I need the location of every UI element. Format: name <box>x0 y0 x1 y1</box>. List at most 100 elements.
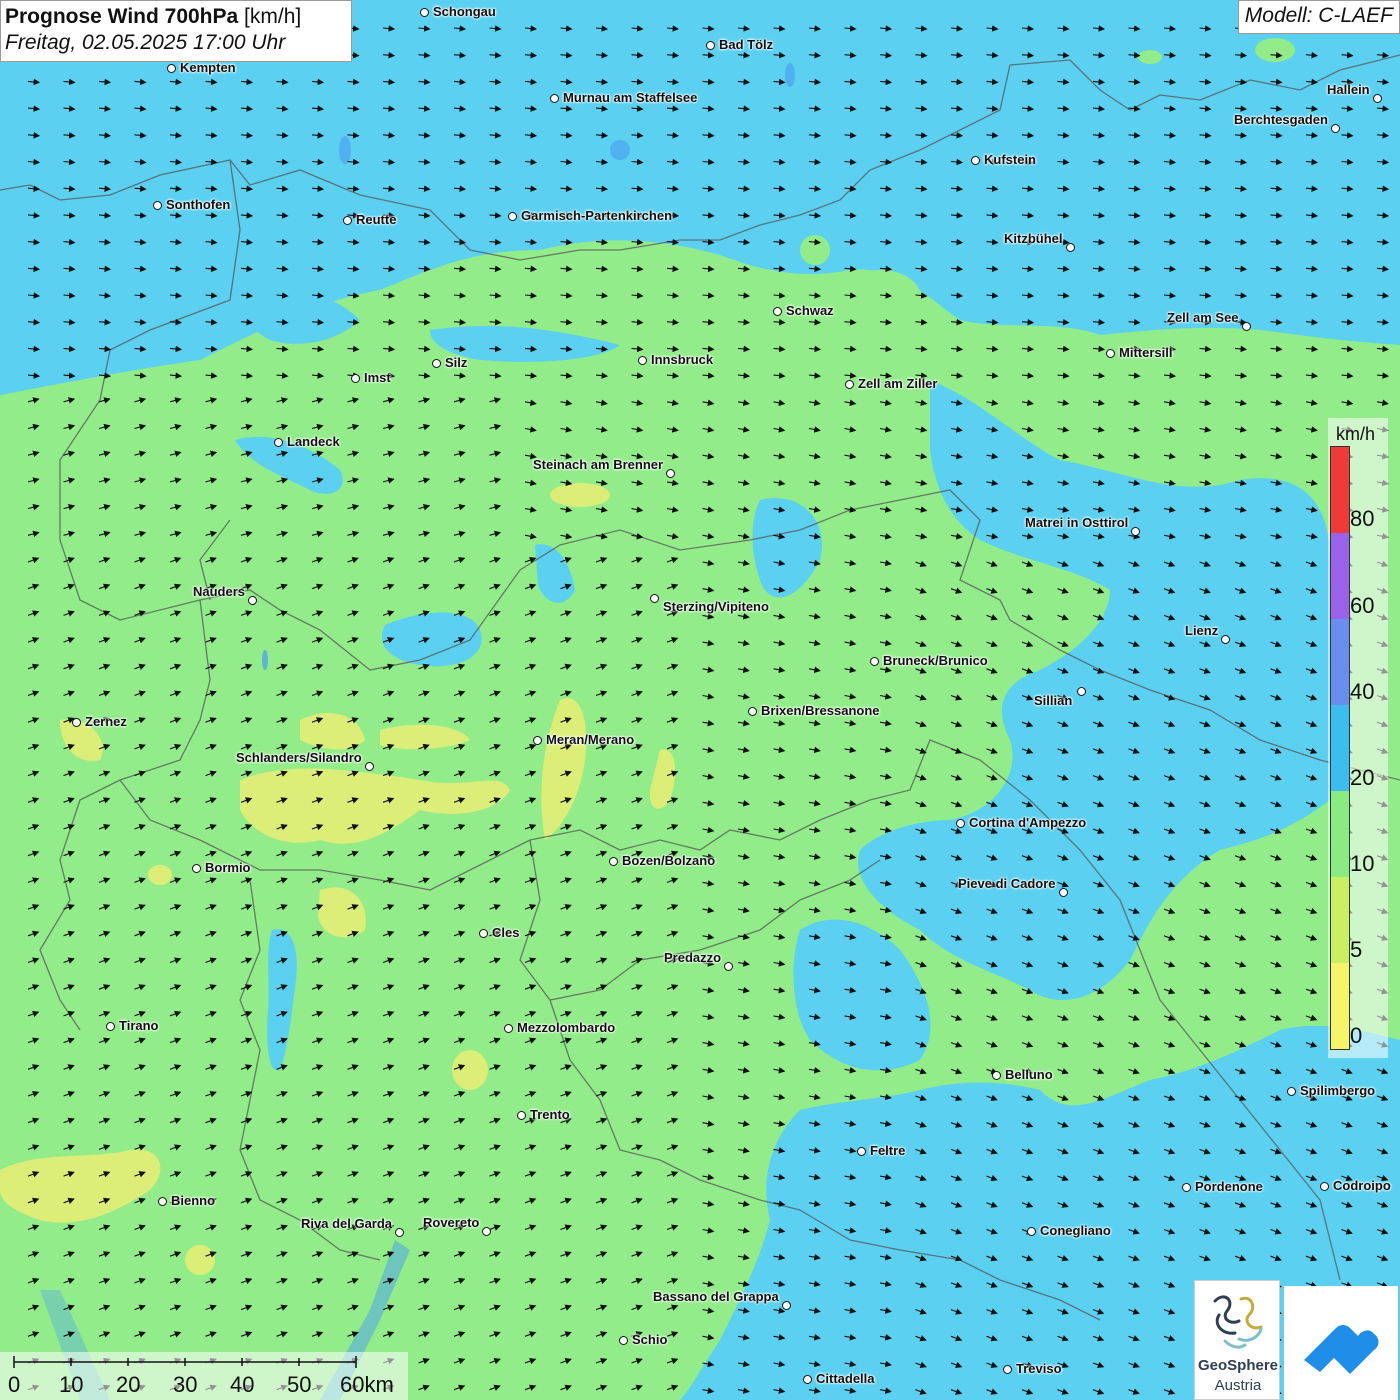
city-label: Schongau <box>433 4 496 19</box>
city-label: Rovereto <box>423 1215 480 1230</box>
city-marker <box>1106 349 1115 358</box>
city-marker <box>482 1227 491 1236</box>
city-label: Garmisch-Partenkirchen <box>521 208 673 223</box>
scale-label: 10 <box>59 1372 84 1397</box>
city-label: Schio <box>632 1332 668 1347</box>
city-label: Hallein <box>1327 82 1370 97</box>
city-marker <box>619 1336 628 1345</box>
scale-label: 50 <box>287 1372 312 1397</box>
color-legend: km/h 80 60 40 20 10 5 0 <box>1328 418 1388 1058</box>
city-label: Sillian <box>1034 693 1073 708</box>
city-label: Lienz <box>1185 623 1219 638</box>
city-marker <box>432 359 441 368</box>
city-label: Meran/Merano <box>546 732 635 747</box>
city-label: Zernez <box>85 714 127 729</box>
wind-zone-green-island <box>1255 38 1295 62</box>
city-marker <box>192 864 201 873</box>
city-label: Sonthofen <box>166 197 231 212</box>
city-marker <box>517 1111 526 1120</box>
legend-tick: 0 <box>1350 1023 1363 1048</box>
legend-tick: 5 <box>1350 937 1363 962</box>
city-label: Treviso <box>1016 1361 1062 1376</box>
city-marker <box>1182 1183 1191 1192</box>
city-label: Bormio <box>205 860 251 875</box>
city-marker <box>609 857 618 866</box>
city-marker <box>1077 687 1086 696</box>
city-label: Schlanders/Silandro <box>236 750 362 765</box>
city-label: Feltre <box>870 1143 906 1158</box>
city-label: Imst <box>364 370 391 385</box>
city-label: Tirano <box>119 1018 159 1033</box>
scale-label: 0 <box>8 1372 21 1397</box>
wind-zone-yellow <box>148 865 172 885</box>
legend-segment-10 <box>1331 791 1349 877</box>
city-marker <box>504 1024 513 1033</box>
city-marker <box>153 201 162 210</box>
city-marker <box>1059 888 1068 897</box>
legend-tick: 40 <box>1350 679 1375 704</box>
city-label: Bassano del Grappa <box>653 1289 779 1304</box>
city-label: Predazzo <box>664 950 722 965</box>
city-label: Kitzbühel <box>1004 231 1063 246</box>
wind-zone-green-island <box>1138 50 1162 64</box>
city-marker <box>803 1375 812 1384</box>
city-marker <box>343 216 352 225</box>
wind-zone-yellow <box>185 1245 215 1275</box>
lake <box>262 650 268 670</box>
city-label: Kufstein <box>984 152 1036 167</box>
legend-segment-40 <box>1331 619 1349 705</box>
legend-tick: 80 <box>1350 506 1375 531</box>
city-marker <box>1287 1087 1296 1096</box>
city-marker <box>274 438 283 447</box>
legend-tick: 10 <box>1350 851 1375 876</box>
lake <box>785 63 795 87</box>
city-label: Reutte <box>356 212 397 227</box>
city-label: Cles <box>492 925 520 940</box>
city-marker <box>550 94 559 103</box>
city-label: Bruneck/Brunico <box>883 653 988 668</box>
logo-name-line2: Austria <box>1214 1377 1262 1394</box>
city-label: Belluno <box>1005 1067 1053 1082</box>
city-label: Conegliano <box>1040 1223 1111 1238</box>
city-marker <box>706 41 715 50</box>
city-label: Mittersill <box>1119 345 1173 360</box>
city-marker <box>1373 94 1382 103</box>
map-title: Prognose Wind 700hPa [km/h] <box>5 4 347 30</box>
legend-segment-80 <box>1331 447 1349 533</box>
city-marker <box>167 64 176 73</box>
city-marker <box>1003 1365 1012 1374</box>
city-marker <box>106 1022 115 1031</box>
scale-label: 60km <box>340 1372 394 1397</box>
city-marker <box>870 657 879 666</box>
city-marker <box>748 707 757 716</box>
city-marker <box>992 1071 1001 1080</box>
city-label: Codroipo <box>1333 1178 1391 1193</box>
city-marker <box>666 469 675 478</box>
legend-segment-0 <box>1331 963 1349 1049</box>
scale-bar: 0 10 20 30 40 50 60km <box>0 1352 408 1400</box>
scale-label: 30 <box>173 1372 198 1397</box>
geosphere-logo: GeoSphere Austria <box>1194 1280 1280 1400</box>
city-label: Sterzing/Vipiteno <box>663 599 769 614</box>
city-marker <box>1320 1182 1329 1191</box>
city-label: Cortina d'Ampezzo <box>969 815 1087 830</box>
city-label: Steinach am Brenner <box>533 457 664 472</box>
city-marker <box>1331 124 1340 133</box>
wind-zone-yellow <box>550 483 610 507</box>
city-label: Spilimbergo <box>1300 1083 1376 1098</box>
lake <box>339 136 351 164</box>
city-marker <box>773 307 782 316</box>
map-title-box: Prognose Wind 700hPa [km/h] Freitag, 02.… <box>0 0 352 62</box>
city-label: Nauders <box>193 584 246 599</box>
city-label: Mezzolombardo <box>517 1020 616 1035</box>
city-marker <box>508 212 517 221</box>
city-marker <box>351 374 360 383</box>
city-label: Trento <box>530 1107 570 1122</box>
logo-name-line1: GeoSphere <box>1197 1357 1279 1374</box>
scale-label: 40 <box>230 1372 255 1397</box>
city-marker <box>1027 1227 1036 1236</box>
city-marker <box>365 762 374 771</box>
title-unit: [km/h] <box>244 5 302 28</box>
city-label: Schwaz <box>786 303 834 318</box>
city-marker <box>1242 322 1251 331</box>
